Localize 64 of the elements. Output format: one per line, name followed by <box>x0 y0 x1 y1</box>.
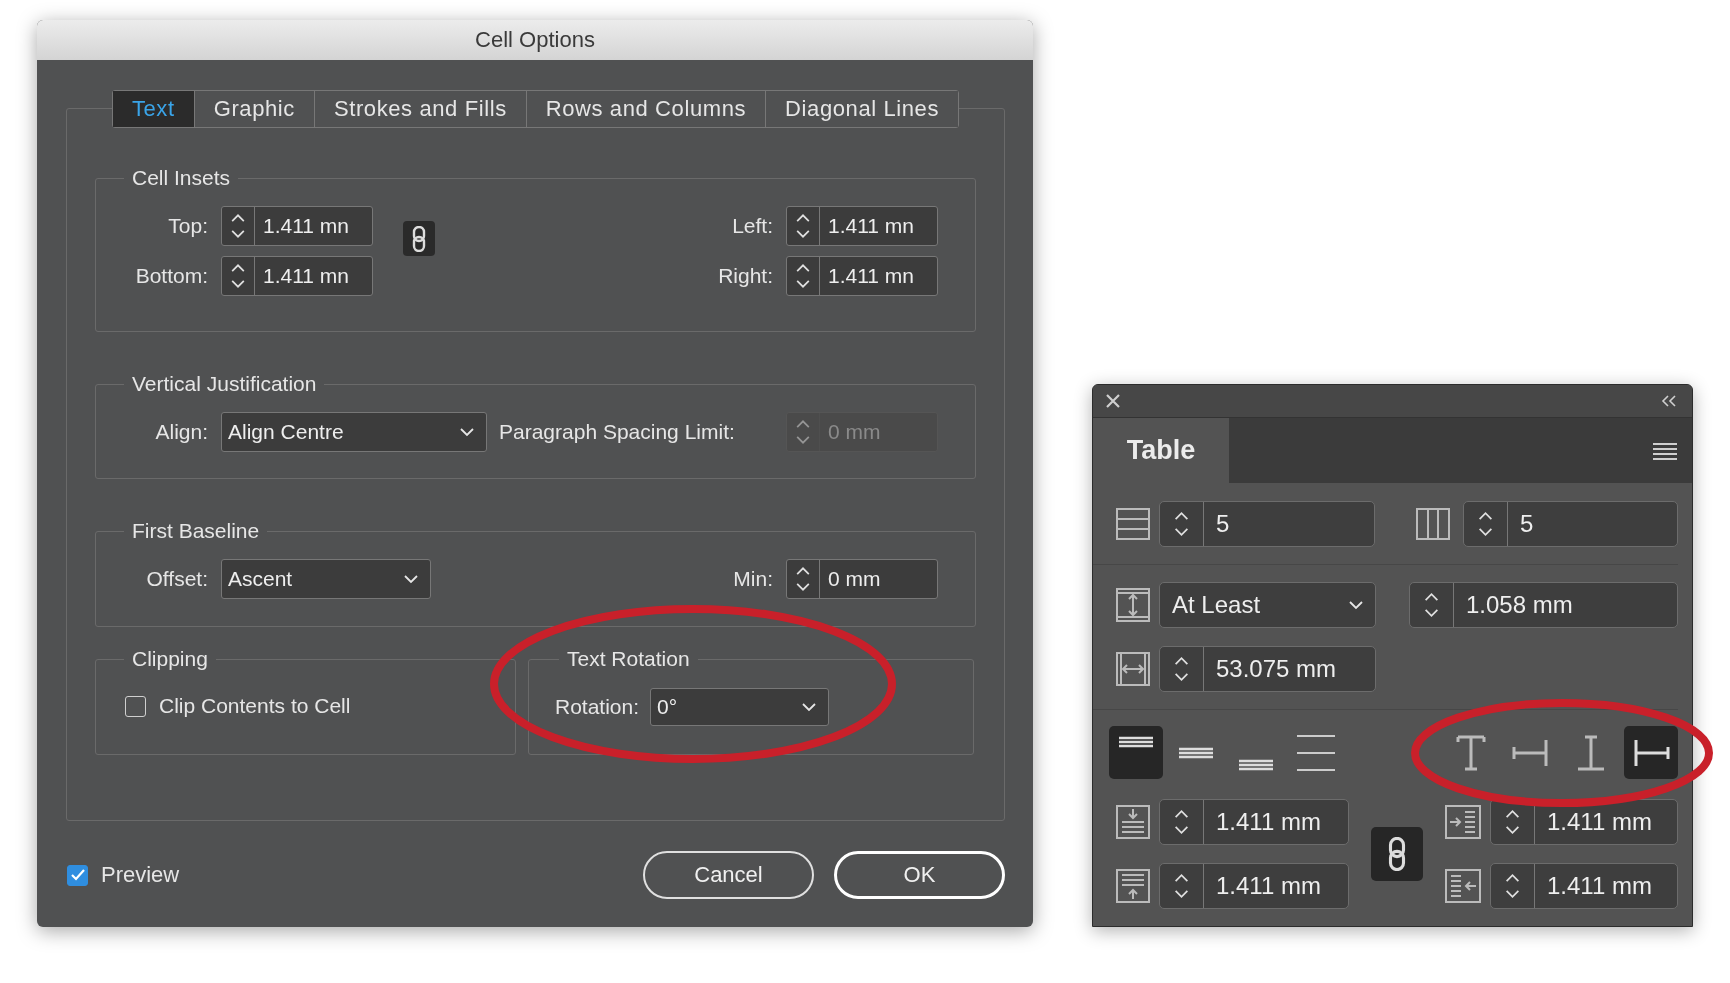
inset-bottom-icon <box>1115 866 1151 905</box>
number-field[interactable]: 1.411 mn <box>221 256 373 296</box>
section-title: Cell Insets <box>131 166 232 190</box>
field-label: Min: <box>733 567 773 591</box>
number-field[interactable]: 1.411 mn <box>221 206 373 246</box>
number-field[interactable]: 1.411 mn <box>786 206 938 246</box>
field-label: Rotation: <box>555 695 640 719</box>
tab[interactable]: Diagonal Lines <box>765 91 959 127</box>
chevron-down-icon <box>404 574 418 584</box>
menu-icon[interactable] <box>1653 441 1677 460</box>
section-title: Vertical Justification <box>131 372 318 396</box>
dropdown[interactable]: Align Centre <box>221 412 487 452</box>
number-field[interactable]: 1.058 mm <box>1409 582 1678 628</box>
inset-top-icon <box>1115 802 1151 841</box>
close-icon[interactable] <box>1105 393 1121 409</box>
dropdown[interactable]: Ascent <box>221 559 431 599</box>
link-button[interactable] <box>1370 826 1423 881</box>
section-title: Text Rotation <box>566 647 691 671</box>
dropdown[interactable]: 0° <box>650 688 830 726</box>
inset-left-icon <box>1444 802 1482 841</box>
chevron-down-icon <box>460 427 474 437</box>
field-label: Offset: <box>145 567 208 591</box>
lines-icon <box>1239 759 1273 771</box>
chain-link-icon <box>412 225 426 252</box>
field-label: Bottom: <box>134 264 208 288</box>
chevron-down-icon <box>802 702 817 712</box>
number-field[interactable]: 0 mm <box>786 559 938 599</box>
window-title: Cell Options <box>37 20 1033 60</box>
checkbox[interactable] <box>125 695 146 717</box>
ok-button[interactable]: OK <box>834 851 1005 899</box>
number-field[interactable]: 53.075 mm <box>1159 646 1376 692</box>
field-label: Align: <box>154 420 208 444</box>
section-title: Clipping <box>131 647 209 671</box>
dropdown[interactable]: At Least <box>1159 582 1376 628</box>
number-field[interactable]: 5 <box>1463 501 1678 547</box>
cancel-button[interactable]: Cancel <box>643 851 814 899</box>
chevron-down-icon <box>1349 600 1363 610</box>
field-label: Top: <box>167 214 208 238</box>
number-field[interactable]: 1.411 mm <box>1159 862 1349 909</box>
inset-right-icon <box>1444 866 1482 905</box>
link-button[interactable] <box>403 221 435 256</box>
number-field[interactable]: 1.411 mm <box>1159 798 1349 845</box>
lines-icon <box>1119 736 1153 748</box>
chain-link-icon <box>1387 836 1406 871</box>
number-field[interactable]: 1.411 mn <box>786 256 938 296</box>
lines-icon <box>1179 746 1213 759</box>
align-button[interactable] <box>1109 726 1163 779</box>
field-label: Right: <box>717 264 773 288</box>
number-field[interactable]: 1.411 mm <box>1490 862 1678 909</box>
checkbox[interactable] <box>67 864 88 886</box>
checkbox-label: Preview <box>101 862 180 888</box>
row-height-icon <box>1115 586 1151 624</box>
lines-icon <box>1296 733 1336 772</box>
collapse-icon[interactable] <box>1660 395 1678 407</box>
field-label: Paragraph Spacing Limit: <box>499 420 735 444</box>
columns-icon <box>1415 505 1451 543</box>
number-field[interactable]: 5 <box>1159 501 1375 547</box>
checkbox-label: Clip Contents to Cell <box>159 694 351 718</box>
column-width-icon <box>1115 650 1151 688</box>
section-title: First Baseline <box>131 519 261 543</box>
panel-tab[interactable]: Table <box>1093 418 1229 483</box>
field-label: Left: <box>731 214 773 238</box>
rows-icon <box>1115 505 1151 543</box>
tab[interactable]: Text <box>112 91 194 127</box>
